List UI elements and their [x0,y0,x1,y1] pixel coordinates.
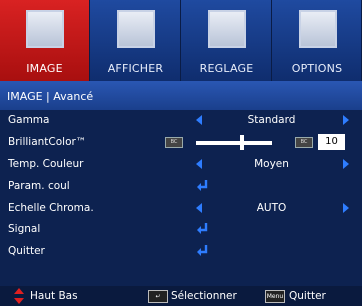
footer-hints: Haut Bas ↵ Sélectionner Menu Quitter [0,286,362,306]
gamma-label: Gamma [8,114,50,126]
param-coul-label: Param. coul [8,179,70,192]
footer-quit-hint: Quitter [289,290,326,302]
breadcrumb: IMAGE | Avancé [0,81,362,110]
tab-options-label: OPTIONS [291,62,343,75]
slider-knob[interactable] [239,134,244,150]
enter-key-icon: ↵ [148,290,168,303]
menu-tabs: IMAGE AFFICHER REGLAGE OPTIONS [0,0,362,81]
brilliantcolor-value: 10 [318,133,345,150]
tab-image-label: IMAGE [26,62,63,75]
signal-label: Signal [8,223,41,236]
display-icon [117,10,155,48]
footer-select-hint: Sélectionner [171,290,237,302]
right-arrow-icon[interactable] [343,115,349,125]
tab-image[interactable]: IMAGE [0,0,90,81]
row-quitter[interactable]: Quitter [0,241,362,263]
up-down-arrows-icon [14,288,24,304]
tab-reglage[interactable]: REGLAGE [182,0,272,81]
tab-afficher[interactable]: AFFICHER [91,0,181,81]
enter-icon[interactable] [197,222,209,235]
row-temp-couleur[interactable]: Temp. Couleur Moyen [0,154,362,176]
brilliantcolor-slider[interactable] [196,140,272,145]
enter-icon[interactable] [197,244,209,257]
tab-options[interactable]: OPTIONS [273,0,362,81]
temp-couleur-value: Moyen [254,157,289,170]
decrease-icon[interactable]: BC [165,136,183,148]
menu-key-icon: Menu [265,290,285,303]
right-arrow-icon[interactable] [343,202,349,213]
projector-icon [208,10,246,48]
right-arrow-icon[interactable] [343,158,349,169]
tab-afficher-label: AFFICHER [107,62,164,75]
row-signal[interactable]: Signal [0,219,362,241]
brilliantcolor-label: BrilliantColor™ [8,135,87,148]
enter-icon[interactable] [197,179,209,192]
increase-icon[interactable]: BC [295,136,313,148]
echelle-chroma-value: AUTO [256,201,287,214]
image-icon [26,10,64,48]
tab-reglage-label: REGLAGE [199,62,254,75]
row-brilliantcolor[interactable]: BrilliantColor™ BC BC 10 [0,132,362,154]
temp-couleur-label: Temp. Couleur [8,157,84,170]
footer-nav-hint: Haut Bas [30,290,78,302]
row-gamma[interactable]: Gamma Standard [0,110,362,132]
row-param-coul[interactable]: Param. coul [0,176,362,198]
row-echelle-chroma[interactable]: Echelle Chroma. AUTO [0,198,362,220]
echelle-chroma-label: Echelle Chroma. [8,201,94,214]
settings-list: Gamma Standard BrilliantColor™ BC BC 10 … [0,110,362,263]
options-icon [299,10,337,48]
quitter-label: Quitter [8,245,45,258]
gamma-value: Standard [247,114,296,126]
